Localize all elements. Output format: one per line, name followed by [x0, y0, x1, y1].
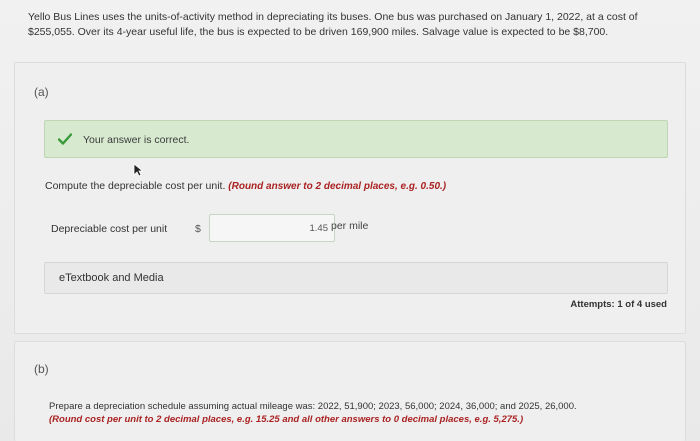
etextbook-media-button[interactable]: eTextbook and Media	[44, 262, 668, 294]
correct-answer-text: Your answer is correct.	[83, 134, 190, 146]
question-page: Yello Bus Lines uses the units-of-activi…	[0, 0, 700, 441]
part-b-label: (b)	[34, 362, 49, 376]
part-a-rounding-hint: (Round answer to 2 decimal places, e.g. …	[228, 181, 447, 192]
problem-statement: Yello Bus Lines uses the units-of-activi…	[28, 11, 638, 38]
part-b-panel: (b) Prepare a depreciation schedule assu…	[14, 341, 686, 441]
correct-answer-banner: Your answer is correct.	[44, 120, 668, 158]
depreciable-cost-label: Depreciable cost per unit	[51, 223, 168, 235]
part-a-instruction: Compute the depreciable cost per unit. (…	[45, 180, 446, 192]
check-icon	[58, 133, 72, 145]
part-b-rounding-hint: (Round cost per unit to 2 decimal places…	[49, 414, 524, 425]
mouse-cursor-icon	[133, 163, 143, 177]
attempts-counter: Attempts: 1 of 4 used	[570, 299, 667, 310]
etextbook-media-label: eTextbook and Media	[59, 272, 164, 284]
unit-label: per mile	[331, 220, 369, 232]
depreciable-cost-input[interactable]	[209, 214, 335, 242]
part-a-instruction-text: Compute the depreciable cost per unit.	[45, 180, 226, 192]
part-b-instruction-text: Prepare a depreciation schedule assuming…	[49, 401, 577, 412]
part-b-instruction: Prepare a depreciation schedule assuming…	[49, 400, 669, 426]
part-a-panel: (a) Your answer is correct. Compute the …	[14, 62, 686, 334]
part-a-label: (a)	[34, 85, 49, 99]
currency-symbol: $	[195, 223, 201, 235]
